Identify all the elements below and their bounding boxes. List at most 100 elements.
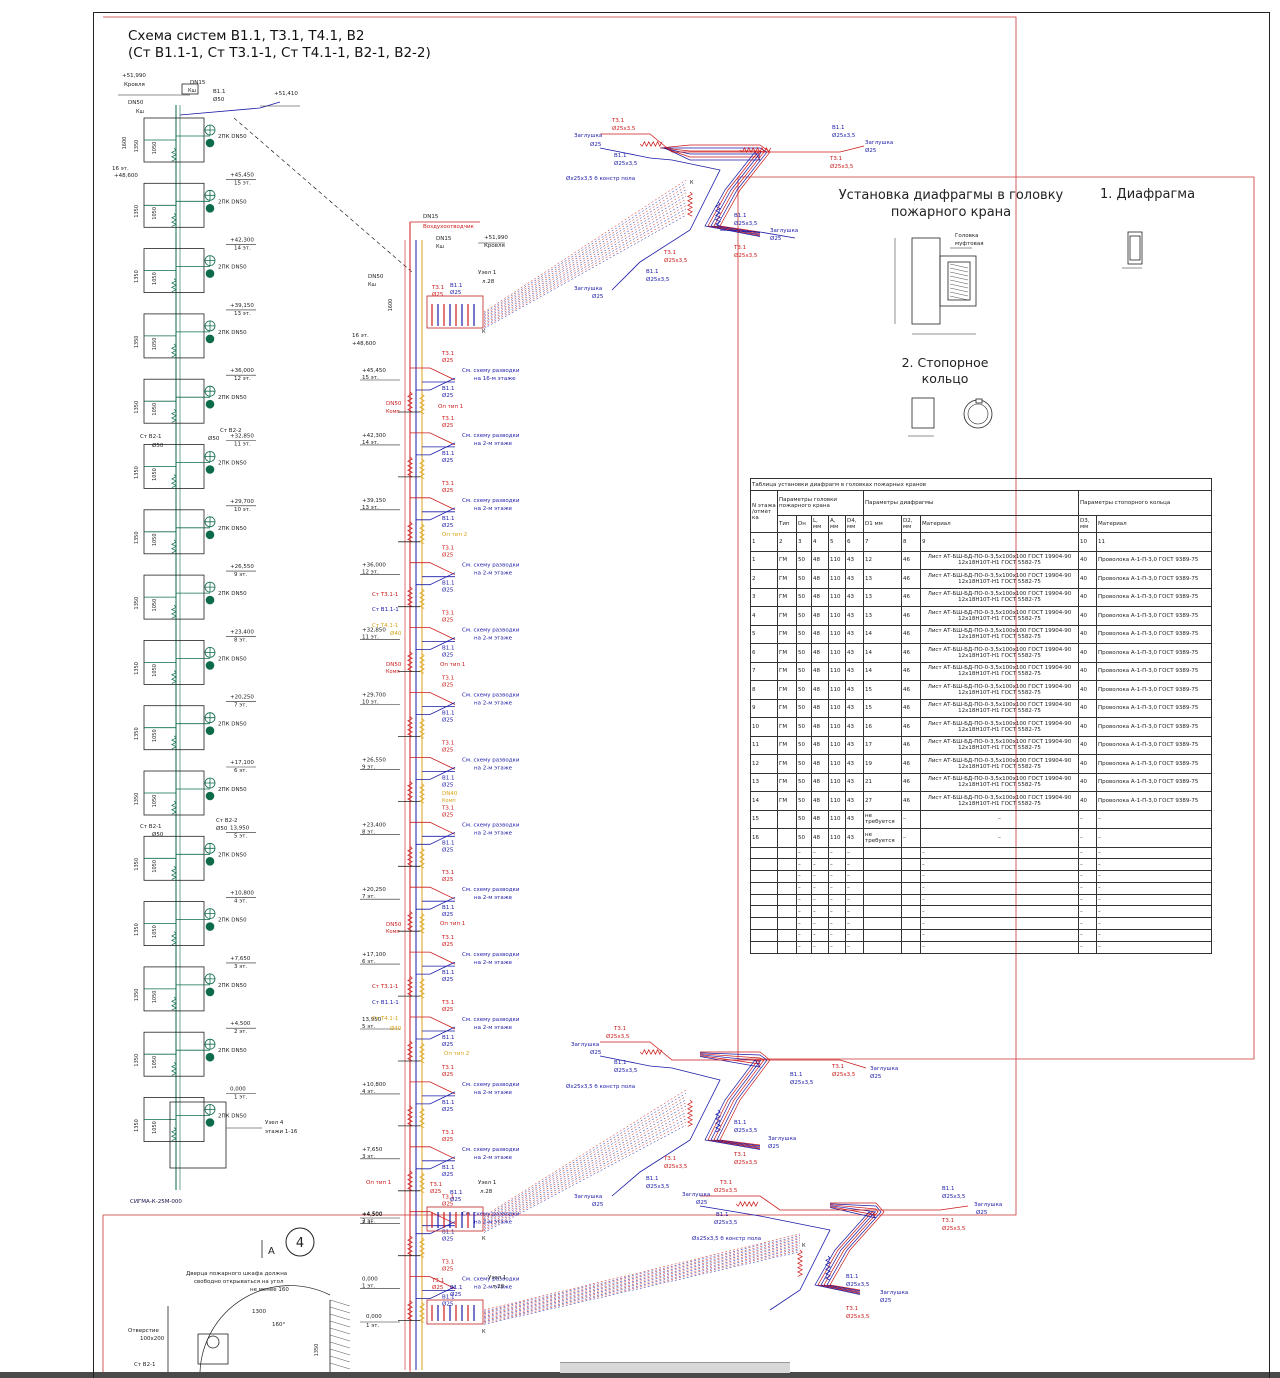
hydrant-head xyxy=(205,465,215,474)
top-d25x35-8: Ø25х3,5 xyxy=(646,276,670,283)
table-cell: 46 xyxy=(901,550,921,570)
table-cell: 48 xyxy=(811,587,829,607)
top-branch-b1 xyxy=(599,147,721,291)
section-otv: Отверстие xyxy=(128,1328,159,1334)
table-cell: – xyxy=(1095,858,1213,872)
left-dim2: 1050 xyxy=(152,142,158,155)
scheme-title-line2: (Ст В1.1-1, Ст Т3.1-1, Ст Т4.1-1, В2-1, … xyxy=(128,45,431,61)
left-floor-name: 8 эт. xyxy=(234,637,247,643)
left-dim: 1350 xyxy=(134,140,140,153)
mid-connector xyxy=(483,1112,687,1227)
table-cell: ГМ xyxy=(777,569,797,589)
mid-t31-1: Т3.1 xyxy=(613,1026,626,1032)
table-col-number: 6 xyxy=(845,532,864,552)
table-cell xyxy=(750,846,778,860)
center-1-mark: 0,000 xyxy=(366,1314,382,1320)
center-d25b: Ø25 xyxy=(442,1106,454,1113)
center-st-t41-b: Ст Т4.1-1 xyxy=(372,1016,398,1022)
table-cell: 5 xyxy=(750,624,778,644)
table-col-header: D1 мм xyxy=(863,515,902,533)
ring-caption-line1: 2. Стопорное xyxy=(901,355,989,370)
hydrant-label: 2ПК DN50 xyxy=(218,852,247,858)
center-compensator-t4 xyxy=(419,1107,425,1129)
table-cell: 43 xyxy=(845,569,864,589)
bot-k2: К xyxy=(482,1329,486,1335)
table-cell: ГМ xyxy=(777,680,797,700)
diaphragm-table-grid: Таблица установки диафрагм в головках по… xyxy=(749,478,1213,954)
section-wall-hatch xyxy=(329,1362,351,1370)
hydrant-label: 2ПК DN50 xyxy=(218,395,247,401)
center-t31: Т3.1 xyxy=(441,870,454,876)
table-cell xyxy=(777,929,797,942)
viewer-toolbar[interactable] xyxy=(560,1362,790,1373)
diaphragm-install-title: Установка диафрагмы в головку пожарного … xyxy=(838,187,1064,221)
table-cell: 43 xyxy=(845,809,864,829)
table-cell: Лист АТ-БШ-БД-ПО-0-3,5х100х100 ГОСТ 1990… xyxy=(920,717,1079,737)
left-dim2: 1050 xyxy=(152,664,158,677)
top-level-mark: +51,410 xyxy=(274,91,298,97)
hydrant-label: 2ПК DN50 xyxy=(218,787,247,793)
table-column-row: Тип Dн L, мм A, мм D4, мм D1 мм D2, мм Материал… xyxy=(751,515,1213,533)
table-cell: 43 xyxy=(845,791,864,811)
table-cell: 13 xyxy=(863,569,902,589)
table-cell: – xyxy=(920,846,1079,860)
bot-connector xyxy=(483,1238,801,1315)
table-cell: 50 xyxy=(796,606,812,626)
mid-floor-note: Øх25х3,5 б констр пола xyxy=(566,1083,635,1090)
table-cell xyxy=(750,893,778,907)
table-cell: 48 xyxy=(811,735,829,755)
center-st-b11-a: Ст В1.1-1 xyxy=(372,607,399,613)
table-cell: 40 xyxy=(1078,698,1097,718)
left-dn50: DN50 xyxy=(128,100,144,106)
table-header-head: Параметры головки пожарного крана xyxy=(777,490,864,516)
center-floor-name: 8 эт. xyxy=(362,829,375,835)
ring-gap xyxy=(975,398,983,404)
mid-d25x35-4: Ø25х3,5 xyxy=(832,1071,856,1078)
table-cell: 50 xyxy=(796,550,812,570)
table-cell: Проволока А-1-П-3,0 ГОСТ 9389-75 xyxy=(1095,624,1213,644)
center-d25b: Ø25 xyxy=(442,1041,454,1048)
head-body xyxy=(911,237,941,325)
table-header-diaphragm: Параметры диафрагмы xyxy=(863,490,1079,516)
table-col-number: 11 xyxy=(1095,532,1213,552)
center-d25-top-b: Ø25 xyxy=(450,289,462,296)
table-cell: ГМ xyxy=(777,550,797,570)
table-cell: Лист АТ-БШ-БД-ПО-0-3,5х100х100 ГОСТ 1990… xyxy=(920,735,1079,755)
table-cell: 48 xyxy=(811,661,829,681)
table-cell: – xyxy=(920,940,1079,954)
center-ksh: Кш xyxy=(436,244,445,250)
center-t31: Т3.1 xyxy=(441,611,454,617)
head-label-1: Головка xyxy=(955,233,979,239)
table-empty-row: – – – – – – – xyxy=(750,846,1213,860)
left-dim: 1350 xyxy=(134,597,140,610)
table-cell: 15 xyxy=(750,809,778,829)
center-st-t31-b: Ст Т3.1-1 xyxy=(372,984,398,990)
table-cell: 43 xyxy=(845,772,864,792)
center-b11-mid: В1.1 xyxy=(450,1190,463,1196)
center-d25b: Ø25 xyxy=(442,587,454,594)
see-scheme-b: на 2-м этаже xyxy=(474,571,513,577)
center-d25-mid: Ø25 xyxy=(430,1188,442,1195)
table-empty-row: – – – – – – – xyxy=(750,893,1213,907)
table-cell: – xyxy=(796,893,812,907)
mid-connector xyxy=(483,1096,687,1220)
center-compensator-t3 xyxy=(407,586,413,607)
see-scheme-b: на 2-м этаже xyxy=(474,506,513,512)
table-header-ring: Параметры стопорного кольца xyxy=(1077,490,1213,516)
see-scheme-b: на 2-м этаже xyxy=(474,830,513,836)
head-hatch xyxy=(949,287,969,293)
center-b11: В1.1 xyxy=(442,1230,455,1236)
table-cell: – xyxy=(811,940,829,954)
top-k: К xyxy=(690,180,694,186)
center-t31: Т3.1 xyxy=(441,740,454,746)
section-note1: Дверца пожарного шкафа должна xyxy=(186,1271,287,1277)
table-cell xyxy=(901,917,921,931)
table-cell: – xyxy=(811,846,829,860)
table-cell xyxy=(901,881,921,895)
mid-connector xyxy=(483,1118,687,1230)
table-cell: Лист АТ-БШ-БД-ПО-0-3,5х100х100 ГОСТ 1990… xyxy=(920,680,1079,700)
center-d25: Ø25 xyxy=(442,422,454,429)
table-cell: 40 xyxy=(1078,680,1097,700)
table-cell xyxy=(750,905,778,919)
center-b11: В1.1 xyxy=(442,1100,455,1106)
